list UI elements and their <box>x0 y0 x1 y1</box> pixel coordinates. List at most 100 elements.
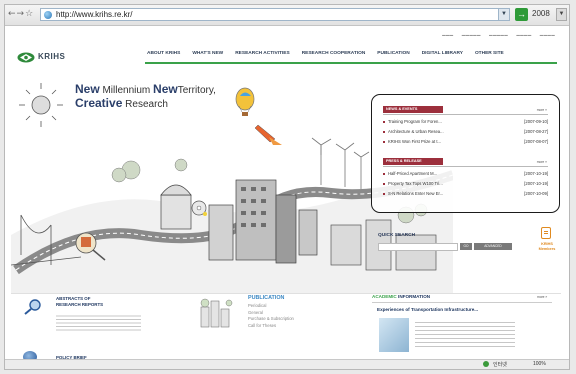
news-item[interactable]: KRIHS Won First Prize at t... [2007-08-0… <box>383 138 548 146</box>
academic-description <box>415 319 515 349</box>
wind-turbines <box>311 137 370 189</box>
krihs-logo-icon[interactable] <box>17 52 35 63</box>
tagline-word: Creative <box>75 96 123 110</box>
press-item[interactable]: S-N Relations Enter New Er... [2007-10-0… <box>383 190 548 198</box>
more-link[interactable]: more » <box>537 108 547 112</box>
bullet-icon <box>383 131 385 133</box>
press-item[interactable]: Property Tax Tops W100 Tri... [2007-10-1… <box>383 180 548 188</box>
zoom-level[interactable]: 100% <box>533 361 546 367</box>
publication-list: Periodical General Purchase & Subscripti… <box>248 303 294 330</box>
logo-text[interactable]: KRIHS <box>38 52 65 61</box>
browser-status-bar: 인터넷 100% <box>5 359 569 369</box>
press-title[interactable]: S-N Relations Enter New Er... <box>388 190 443 198</box>
tagline-word: Research <box>125 99 168 110</box>
publication-title[interactable]: PUBLICATION <box>248 295 284 301</box>
address-bar[interactable]: http://www.krihs.re.kr/ ▼ <box>40 8 510 21</box>
nav-publication[interactable]: PUBLICATION <box>377 51 409 56</box>
news-date: [2007-08-27] <box>524 129 548 134</box>
sun-icon <box>19 83 63 127</box>
nav-other-site[interactable]: OTHER SITE <box>475 51 504 56</box>
bullet-icon <box>383 193 385 195</box>
tagline-word: New <box>75 82 100 96</box>
divider <box>372 302 552 303</box>
kric-label[interactable]: KRIHS Members <box>532 242 562 252</box>
nav-research-cooperation[interactable]: RESEARCH COOPERATION <box>302 51 366 56</box>
press-title[interactable]: Property Tax Tops W100 Tri... <box>388 180 443 188</box>
nav-research-activities[interactable]: RESEARCH ACTIVITIES <box>235 51 289 56</box>
abstracts-title[interactable]: ABSTRACTS OF RESEARCH REPORTS <box>56 296 103 307</box>
quick-search-input[interactable] <box>378 243 458 251</box>
press-date: [2007-10-19] <box>524 181 548 186</box>
section-divider <box>11 293 561 294</box>
divider <box>383 114 548 115</box>
magnifier-icon <box>24 299 41 315</box>
news-events-panel: NEWS & EVENTS more » Training Program fo… <box>371 94 560 213</box>
quick-search-label: QUICK SEARCH <box>378 233 416 238</box>
globe-icon <box>44 11 52 19</box>
util-link[interactable]: ▬▬▬▬▬ <box>489 33 508 37</box>
bullet-icon <box>383 121 385 123</box>
browser-window: ←→☆ http://www.krihs.re.kr/ ▼ → 2008 ▼ ▬… <box>4 4 570 370</box>
publication-illustration <box>200 298 233 328</box>
url-text[interactable]: http://www.krihs.re.kr/ <box>56 9 132 20</box>
go-button[interactable]: → <box>515 8 528 21</box>
hot-air-balloon-icon <box>235 87 255 116</box>
academic-headline[interactable]: Experiences of Transportation Infrastruc… <box>377 307 478 312</box>
press-title[interactable]: Half-Priced Apartment M... <box>388 170 437 178</box>
divider <box>383 166 548 167</box>
tagline-word: New <box>153 82 178 96</box>
tagline-word: Millennium <box>102 85 151 96</box>
news-title[interactable]: Architecture & Urban Resea... <box>388 128 444 136</box>
acad-title-a: ACADEMIC <box>372 294 397 299</box>
pub-link-general[interactable]: General <box>248 310 294 317</box>
press-date: [2007-10-19] <box>524 171 548 176</box>
main-nav: ABOUT KRIHS WHAT'S NEW RESEARCH ACTIVITI… <box>147 51 516 56</box>
dropdown-button[interactable]: ▼ <box>556 8 567 21</box>
news-title[interactable]: Training Program for Foren... <box>388 118 442 126</box>
util-link[interactable]: ▬▬▬ <box>442 33 453 37</box>
browser-toolbar: ←→☆ http://www.krihs.re.kr/ ▼ → 2008 ▼ <box>5 5 569 26</box>
search-go-button[interactable]: GO <box>460 243 472 250</box>
hero-tagline-line1: New Millennium NewTerritory, <box>75 82 216 96</box>
news-date: [2007-09-10] <box>524 119 548 124</box>
news-item[interactable]: Architecture & Urban Resea... [2007-08-2… <box>383 128 548 136</box>
press-date: [2007-10-09] <box>524 191 548 196</box>
pub-link-call[interactable]: Call for Theses <box>248 323 294 330</box>
util-link[interactable]: ▬▬▬▬ <box>516 33 531 37</box>
back-forward-buttons[interactable]: ←→☆ <box>8 9 34 19</box>
document-icon[interactable] <box>541 227 551 239</box>
bullet-icon <box>383 141 385 143</box>
academic-information-title[interactable]: ACADEMIC INFORMATION <box>372 294 430 299</box>
abstracts-description <box>56 313 141 333</box>
bullet-icon <box>383 183 385 185</box>
internet-zone-icon <box>483 361 489 367</box>
year-label: 2008 <box>532 9 550 18</box>
pub-link-purchase[interactable]: Purchase & Subscription <box>248 316 294 323</box>
press-release-tab[interactable]: PRESS & RELEASE <box>383 158 443 165</box>
tagline-word: Territory, <box>177 85 216 96</box>
chevron-down-icon[interactable]: ▼ <box>498 9 509 20</box>
news-item[interactable]: Training Program for Foren... [2007-09-1… <box>383 118 548 126</box>
status-zone-text: 인터넷 <box>493 362 507 368</box>
more-link[interactable]: more » <box>537 160 547 164</box>
nav-whats-new[interactable]: WHAT'S NEW <box>192 51 223 56</box>
utility-links: ▬▬▬ ▬▬▬▬▬ ▬▬▬▬▬ ▬▬▬▬ ▬▬▬▬ <box>435 33 555 37</box>
util-link[interactable]: ▬▬▬▬▬ <box>462 33 481 37</box>
nav-underline <box>145 62 557 64</box>
kric-line2: Members <box>538 247 556 251</box>
news-title[interactable]: KRIHS Won First Prize at t... <box>388 138 441 146</box>
press-item[interactable]: Half-Priced Apartment M... [2007-10-19] <box>383 170 548 178</box>
util-link[interactable]: ▬▬▬▬ <box>540 33 555 37</box>
news-date: [2007-08-07] <box>524 139 548 144</box>
bullet-icon <box>383 173 385 175</box>
academic-thumbnail[interactable] <box>379 318 409 352</box>
nav-about-krihs[interactable]: ABOUT KRIHS <box>147 51 180 56</box>
rocket-icon <box>254 124 282 145</box>
abstracts-line2: RESEARCH REPORTS <box>56 301 104 307</box>
news-events-tab[interactable]: NEWS & EVENTS <box>383 106 443 113</box>
hero-tagline-line2: Creative Research <box>75 96 168 110</box>
advanced-search-button[interactable]: ADVANCED <box>474 243 512 250</box>
nav-digital-library[interactable]: DIGITAL LIBRARY <box>422 51 463 56</box>
more-link[interactable]: more » <box>537 295 547 299</box>
pub-link-periodical[interactable]: Periodical <box>248 303 294 310</box>
